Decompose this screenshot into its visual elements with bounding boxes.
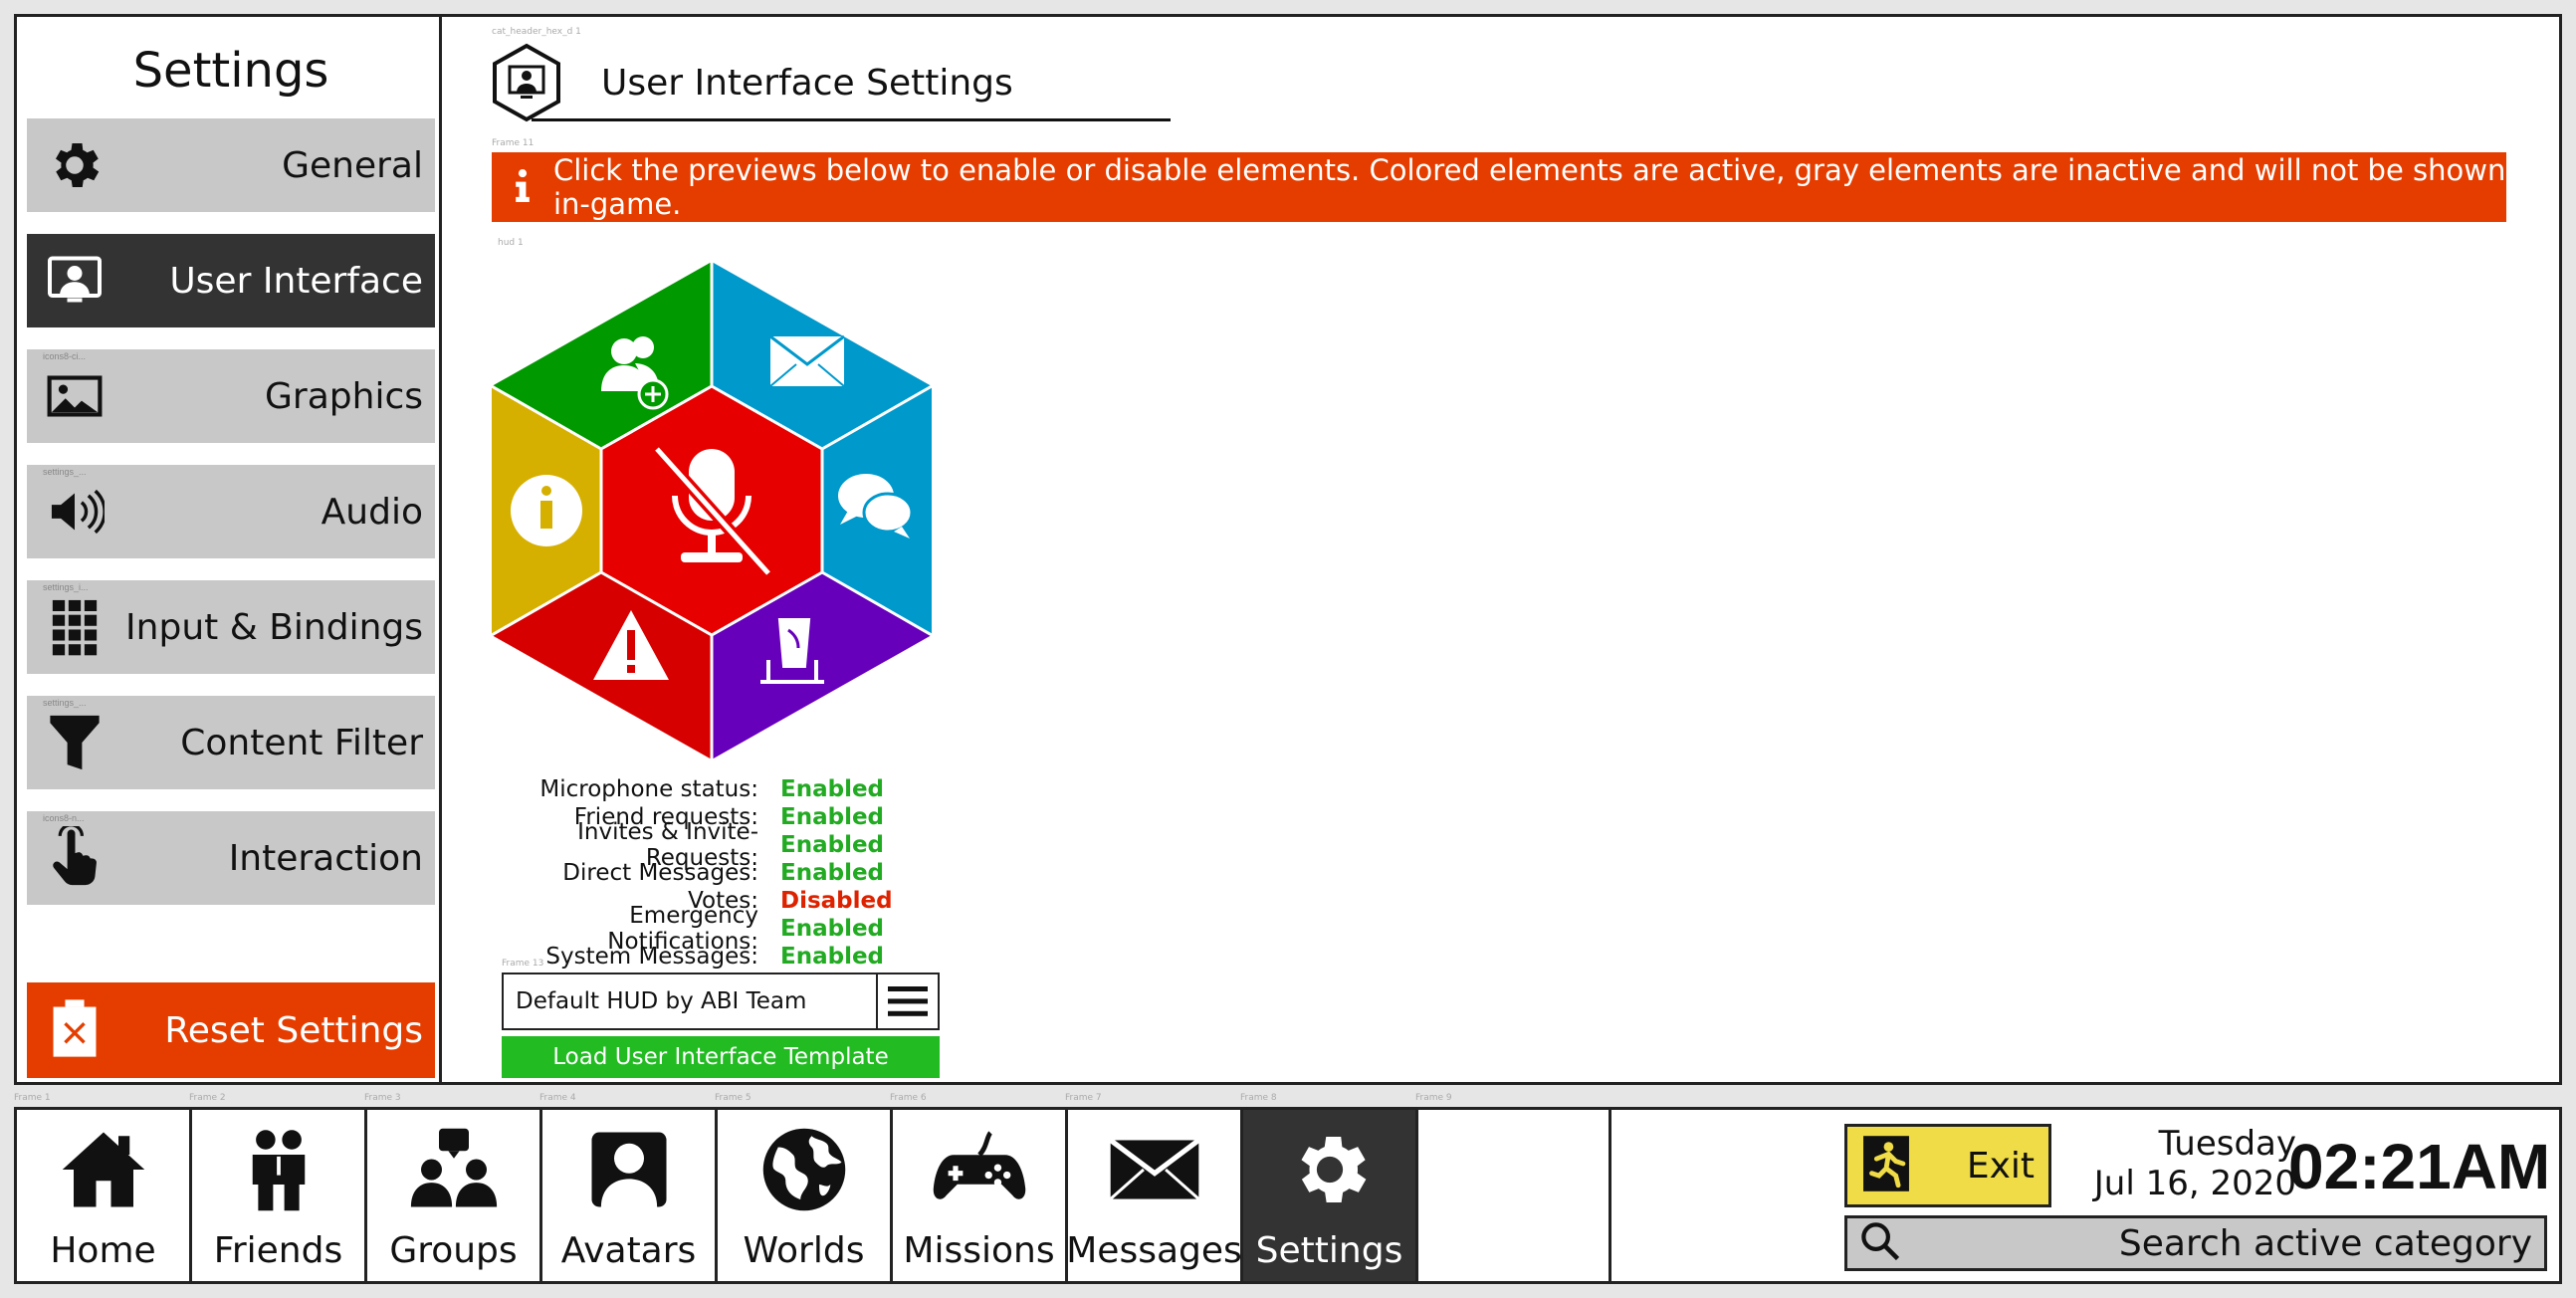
reset-settings-label: Reset Settings	[164, 1009, 423, 1051]
nav-label: Worlds	[743, 1230, 865, 1271]
status-value: Disabled	[780, 888, 893, 914]
sidebar-item-label: Input & Bindings	[125, 606, 423, 648]
nav-label: Friends	[213, 1230, 343, 1271]
sidebar-title: Settings	[132, 43, 329, 99]
nav-home[interactable]: Home	[17, 1110, 192, 1281]
exit-label: Exit	[1966, 1145, 2035, 1187]
home-icon	[59, 1115, 148, 1224]
status-value: Enabled	[780, 916, 885, 942]
sidebar-item-label: User Interface	[169, 260, 423, 302]
hud-template-value: Default HUD by ABI Team	[516, 988, 807, 1014]
gear-icon	[45, 135, 105, 195]
nav-label: Settings	[1255, 1230, 1403, 1271]
exit-button[interactable]: Exit	[1844, 1124, 2051, 1207]
keypad-icon	[45, 597, 105, 657]
gear-icon	[1285, 1115, 1375, 1224]
load-template-button[interactable]: Load User Interface Template	[502, 1036, 940, 1078]
page-title: User Interface Settings	[601, 63, 1013, 104]
status-value: Enabled	[780, 804, 885, 830]
globe-icon	[759, 1115, 849, 1224]
status-row-invites: Invites & Invite-Requests: Enabled	[577, 819, 885, 871]
sidebar-item-label: General	[282, 144, 423, 186]
status-value: Enabled	[780, 776, 885, 802]
status-row-emergency: Emergency Notifications: Enabled	[607, 903, 885, 955]
sidebar-item-label: Content Filter	[180, 722, 423, 763]
settings-sidebar: Settings General User Interface icons8-c…	[14, 14, 442, 1085]
bottom-nav-bar: Home Friends Groups Avatars Worlds Missi…	[14, 1107, 2562, 1284]
date-day: Tuesday	[2158, 1124, 2296, 1164]
sidebar-item-content-filter[interactable]: settings_... Content Filter	[27, 696, 435, 789]
sidebar-item-user-interface[interactable]: User Interface	[27, 234, 435, 327]
info-text: Click the previews below to enable or di…	[553, 153, 2506, 221]
trash-icon	[51, 997, 99, 1064]
envelope-icon	[1107, 1115, 1202, 1224]
funnel-icon	[45, 713, 105, 772]
hud-preview	[491, 252, 933, 769]
nav-label: Messages	[1066, 1230, 1242, 1271]
hex-user-interface-icon	[492, 43, 561, 122]
header-underline	[532, 118, 1171, 121]
search-icon	[1859, 1220, 1901, 1267]
pointer-hand-icon	[45, 826, 105, 888]
image-icon	[45, 366, 105, 426]
speaker-icon	[45, 482, 105, 541]
gamepad-icon	[932, 1115, 1027, 1224]
nav-label: Groups	[389, 1230, 518, 1271]
nav-label: Home	[50, 1230, 156, 1271]
monitor-user-icon	[45, 251, 105, 311]
status-value: Enabled	[780, 860, 885, 886]
nav-groups[interactable]: Groups	[367, 1110, 542, 1281]
info-icon	[512, 168, 534, 207]
sidebar-item-graphics[interactable]: icons8-ci... Graphics	[27, 349, 435, 443]
nav-settings[interactable]: Settings	[1243, 1110, 1418, 1281]
sidebar-item-label: Interaction	[228, 837, 423, 879]
sidebar-item-label: Audio	[321, 491, 423, 533]
hud-status-list: Microphone status: Enabled Friend request…	[492, 775, 989, 971]
info-circle-icon	[511, 475, 582, 546]
clock-time: 02:21AM	[2288, 1131, 2551, 1202]
nav-empty-slot	[1434, 1110, 1611, 1281]
sidebar-item-audio[interactable]: settings_... Audio	[27, 465, 435, 558]
status-value: Enabled	[780, 944, 885, 970]
main-panel: cat_header_hex_d 1 User Interface Settin…	[442, 14, 2562, 1085]
search-box[interactable]	[1844, 1215, 2547, 1271]
status-row-direct-messages: Direct Messages: Enabled	[562, 860, 885, 886]
info-banner: Click the previews below to enable or di…	[492, 152, 2506, 222]
nav-missions[interactable]: Missions	[893, 1110, 1068, 1281]
emergency-exit-icon	[1861, 1135, 1911, 1197]
nav-label: Missions	[903, 1230, 1055, 1271]
sidebar-item-interaction[interactable]: icons8-n... Interaction	[27, 811, 435, 905]
nav-friends[interactable]: Friends	[192, 1110, 367, 1281]
friends-icon	[234, 1115, 323, 1224]
sidebar-item-general[interactable]: General	[27, 118, 435, 212]
avatar-icon	[584, 1115, 674, 1224]
status-value: Enabled	[780, 832, 885, 858]
envelope-icon	[769, 334, 845, 387]
groups-icon	[409, 1115, 499, 1224]
sidebar-item-input-bindings[interactable]: settings_i... Input & Bindings	[27, 580, 435, 674]
nav-messages[interactable]: Messages	[1066, 1110, 1243, 1281]
date-date: Jul 16, 2020	[2093, 1164, 2296, 1203]
nav-avatars[interactable]: Avatars	[542, 1110, 718, 1281]
nav-label: Avatars	[560, 1230, 697, 1271]
reset-settings-button[interactable]: Reset Settings	[27, 982, 435, 1078]
search-input[interactable]	[1901, 1222, 2532, 1264]
sidebar-item-label: Graphics	[265, 375, 423, 417]
status-row-system-messages: System Messages: Enabled	[545, 944, 885, 970]
hamburger-menu-icon[interactable]	[876, 974, 938, 1028]
nav-worlds[interactable]: Worlds	[718, 1110, 893, 1281]
hud-template-dropdown[interactable]: Default HUD by ABI Team	[502, 973, 940, 1030]
status-row-microphone: Microphone status: Enabled	[539, 776, 885, 802]
